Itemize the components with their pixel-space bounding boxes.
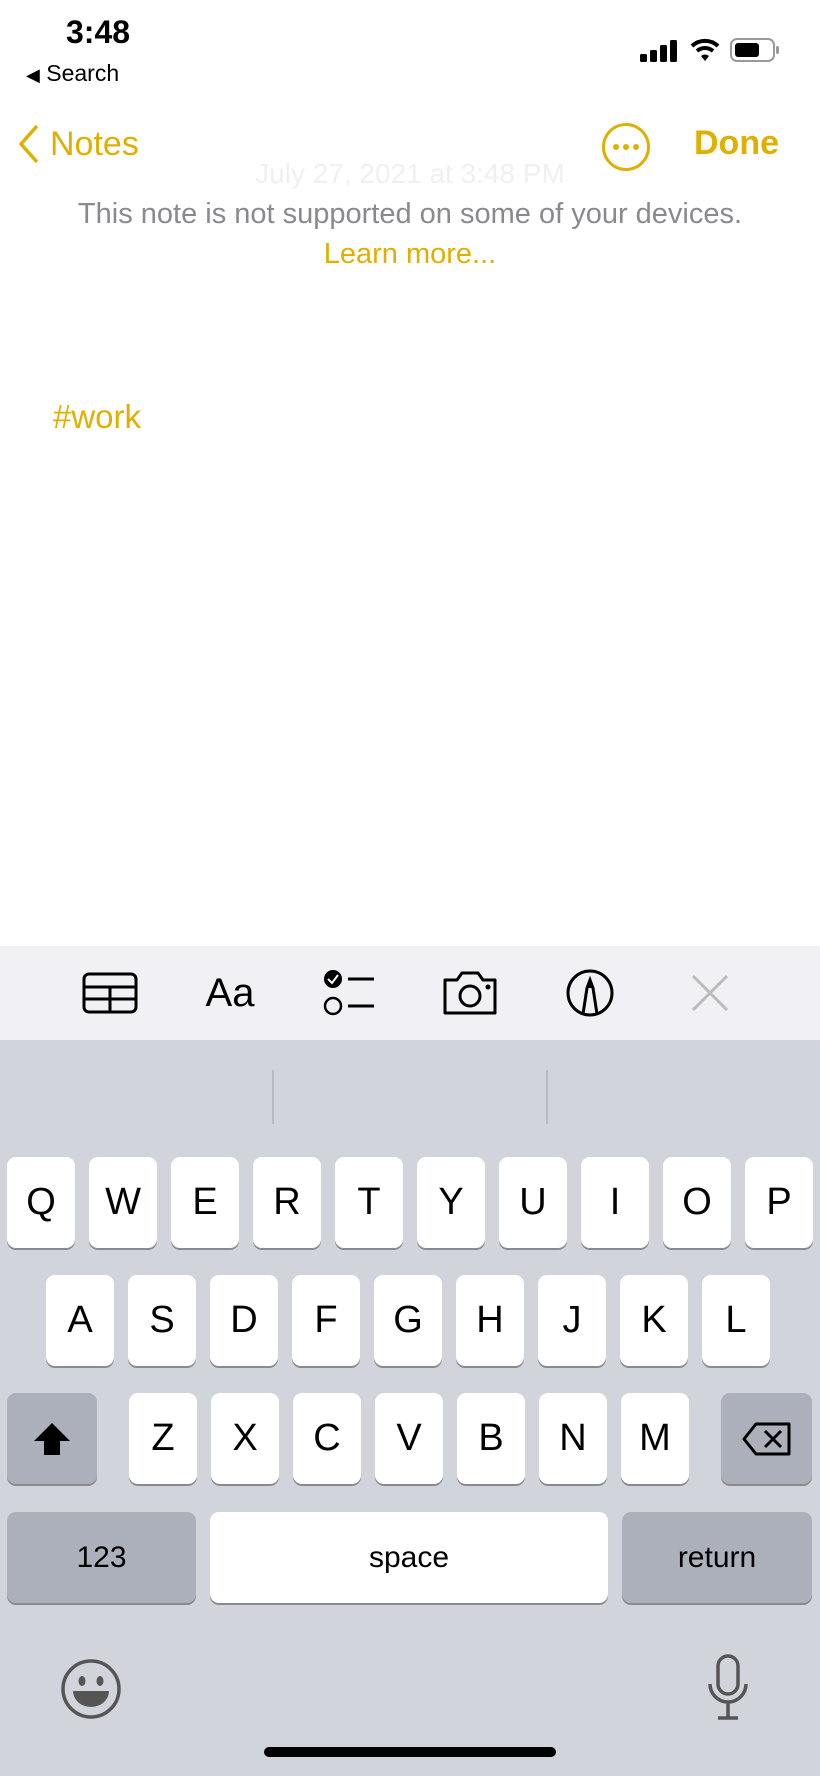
shift-key[interactable]	[7, 1393, 97, 1484]
delete-icon	[742, 1422, 790, 1455]
home-indicator[interactable]	[264, 1747, 556, 1757]
key-b[interactable]: B	[457, 1393, 525, 1484]
key-c[interactable]: C	[293, 1393, 361, 1484]
key-v[interactable]: V	[375, 1393, 443, 1484]
key-f[interactable]: F	[292, 1275, 360, 1366]
key-s[interactable]: S	[128, 1275, 196, 1366]
camera-icon[interactable]	[440, 963, 500, 1023]
format-icon[interactable]: Aa	[200, 963, 260, 1023]
key-k[interactable]: K	[620, 1275, 688, 1366]
cellular-signal-icon	[640, 40, 677, 62]
return-key[interactable]: return	[622, 1512, 812, 1603]
checklist-icon[interactable]	[320, 963, 380, 1023]
numbers-key[interactable]: 123	[7, 1512, 196, 1603]
key-p[interactable]: P	[745, 1157, 813, 1248]
key-t[interactable]: T	[335, 1157, 403, 1248]
key-e[interactable]: E	[171, 1157, 239, 1248]
learn-more-link[interactable]: Learn more...	[324, 238, 496, 270]
key-u[interactable]: U	[499, 1157, 567, 1248]
key-d[interactable]: D	[210, 1275, 278, 1366]
back-app-label: Search	[46, 60, 120, 86]
back-triangle-icon: ◀	[26, 65, 40, 85]
key-m[interactable]: M	[621, 1393, 689, 1484]
key-g[interactable]: G	[374, 1275, 442, 1366]
suggestion-divider	[546, 1070, 548, 1124]
key-l[interactable]: L	[702, 1275, 770, 1366]
space-key[interactable]: space	[210, 1512, 608, 1603]
key-z[interactable]: Z	[129, 1393, 197, 1484]
table-icon[interactable]	[80, 963, 140, 1023]
key-n[interactable]: N	[539, 1393, 607, 1484]
key-o[interactable]: O	[663, 1157, 731, 1248]
status-icons	[640, 38, 780, 62]
back-to-search[interactable]: ◀ Search	[26, 60, 119, 87]
key-w[interactable]: W	[89, 1157, 157, 1248]
suggestion-divider	[272, 1070, 274, 1124]
delete-key[interactable]	[721, 1393, 812, 1484]
key-j[interactable]: J	[538, 1275, 606, 1366]
status-time: 3:48	[66, 14, 131, 50]
markup-icon[interactable]	[560, 963, 620, 1023]
ellipsis-circle-icon[interactable]	[602, 123, 650, 171]
key-i[interactable]: I	[581, 1157, 649, 1248]
close-icon[interactable]	[680, 963, 740, 1023]
battery-icon	[730, 38, 779, 62]
done-button[interactable]: Done	[694, 124, 779, 163]
unsupported-notice: This note is not supported on some of yo…	[60, 194, 760, 274]
key-r[interactable]: R	[253, 1157, 321, 1248]
emoji-icon[interactable]	[60, 1658, 122, 1725]
wifi-icon	[690, 38, 720, 61]
key-y[interactable]: Y	[417, 1157, 485, 1248]
format-toolbar: Aa	[0, 946, 820, 1040]
notice-text: This note is not supported on some of yo…	[77, 198, 743, 230]
key-h[interactable]: H	[456, 1275, 524, 1366]
note-tag[interactable]: #work	[53, 398, 141, 436]
microphone-icon[interactable]	[706, 1654, 750, 1727]
key-q[interactable]: Q	[7, 1157, 75, 1248]
shift-icon	[34, 1422, 70, 1455]
key-x[interactable]: X	[211, 1393, 279, 1484]
key-a[interactable]: A	[46, 1275, 114, 1366]
